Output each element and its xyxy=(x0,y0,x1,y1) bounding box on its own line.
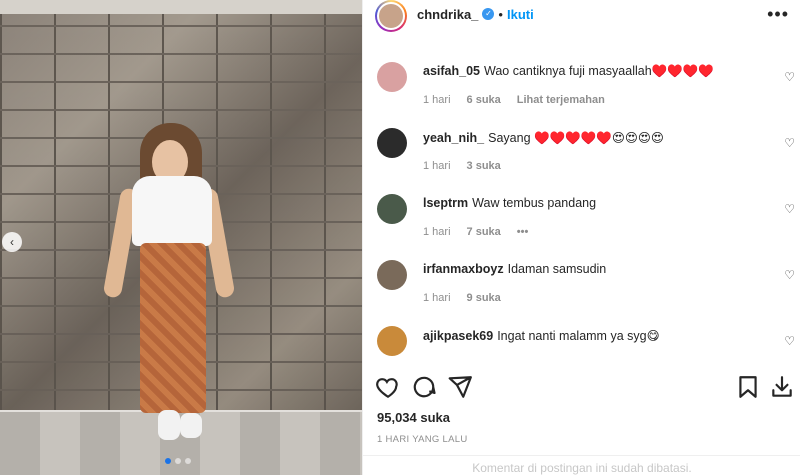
comment-meta: 1 hari 6 suka Lihat terjemahan xyxy=(423,94,605,106)
comment-likes[interactable]: 6 suka xyxy=(467,94,501,106)
more-icon[interactable]: ••• xyxy=(767,4,789,25)
comment-meta: 1 hari 9 suka xyxy=(423,292,501,304)
comment-likes[interactable]: 7 suka xyxy=(467,226,501,238)
post-sidebar: chndrika_ ✓ • Ikuti ••• asifah_05 Wao can… xyxy=(362,0,800,475)
comment-likes[interactable]: 9 suka xyxy=(467,292,501,304)
comment-text: Idaman samsudin xyxy=(507,262,607,276)
post-photo[interactable]: ‹ xyxy=(0,0,362,475)
heart-icon[interactable]: ♡ xyxy=(784,70,795,84)
comment-text: Wao cantiknya fuji masyaallah♥️♥️♥️♥️ xyxy=(483,64,714,78)
send-icon[interactable] xyxy=(447,374,473,400)
avatar[interactable] xyxy=(377,62,407,92)
list-item: asifah_05 Wao cantiknya fuji masyaallah♥️… xyxy=(363,48,800,114)
list-item: ajikpasek69 Ingat nanti malamm ya syg😋 ♡ xyxy=(363,312,800,378)
post-header: chndrika_ ✓ • Ikuti ••• xyxy=(363,0,800,40)
avatar[interactable] xyxy=(377,128,407,158)
comment-username[interactable]: lseptrm xyxy=(423,196,468,210)
like-count[interactable]: 95,034 suka xyxy=(377,410,450,425)
comment-username[interactable]: irfanmaxboyz xyxy=(423,262,504,276)
follow-button[interactable]: Ikuti xyxy=(507,7,534,22)
bookmark-icon[interactable] xyxy=(735,374,761,400)
subject-shirt xyxy=(132,176,212,246)
carousel-dots xyxy=(165,458,191,464)
comment-time: 1 hari xyxy=(423,94,451,106)
comment-time: 1 hari xyxy=(423,226,451,238)
list-item: irfanmaxboyz Idaman samsudin 1 hari 9 suk… xyxy=(363,246,800,312)
carousel-dot xyxy=(175,458,181,464)
comment-likes[interactable]: 3 suka xyxy=(467,160,501,172)
comment-text: Waw tembus pandang xyxy=(472,196,597,210)
carousel-dot-active xyxy=(165,458,171,464)
post-username[interactable]: chndrika_ xyxy=(417,7,478,22)
photo-top-strip xyxy=(0,0,362,14)
heart-icon[interactable]: ♡ xyxy=(784,202,795,216)
avatar[interactable] xyxy=(375,0,407,32)
avatar[interactable] xyxy=(377,194,407,224)
subject-pants xyxy=(140,243,206,413)
comment-options-icon[interactable]: ••• xyxy=(517,226,529,238)
list-item: lseptrm Waw tembus pandang 1 hari 7 suka … xyxy=(363,180,800,246)
comment-text: Ingat nanti malamm ya syg😋 xyxy=(497,329,660,343)
comment-meta: 1 hari 7 suka ••• xyxy=(423,226,528,238)
comment-username[interactable]: yeah_nih_ xyxy=(423,131,484,145)
comments-closed-notice: Komentar di postingan ini sudah dibatasi… xyxy=(363,455,800,475)
translate-link[interactable]: Lihat terjemahan xyxy=(517,94,605,106)
carousel-dot xyxy=(185,458,191,464)
comment-time: 1 hari xyxy=(423,160,451,172)
post-timestamp[interactable]: 1 HARI YANG LALU xyxy=(377,434,468,445)
subject-shoe-right xyxy=(180,413,202,438)
comment-time: 1 hari xyxy=(423,292,451,304)
heart-icon[interactable]: ♡ xyxy=(784,268,795,282)
download-icon[interactable] xyxy=(769,374,795,400)
verified-icon: ✓ xyxy=(482,8,495,20)
post-actions xyxy=(363,370,800,402)
header-separator: • xyxy=(498,6,503,22)
heart-icon[interactable] xyxy=(375,374,401,400)
subject-shoe-left xyxy=(158,410,180,440)
chevron-left-icon[interactable]: ‹ xyxy=(2,232,22,252)
comment-username[interactable]: ajikpasek69 xyxy=(423,329,493,343)
photo-subject xyxy=(102,118,236,448)
heart-icon[interactable]: ♡ xyxy=(784,136,795,150)
comment-username[interactable]: asifah_05 xyxy=(423,64,480,78)
list-item: yeah_nih_ Sayang ♥️♥️♥️♥️♥️😍😍😍😍 1 hari 3 … xyxy=(363,114,800,180)
comment-list: asifah_05 Wao cantiknya fuji masyaallah♥️… xyxy=(363,48,800,378)
comment-icon[interactable] xyxy=(411,374,437,400)
comment-meta: 1 hari 3 suka xyxy=(423,160,501,172)
avatar[interactable] xyxy=(377,326,407,356)
comment-text: Sayang ♥️♥️♥️♥️♥️😍😍😍😍 xyxy=(488,131,664,145)
heart-icon[interactable]: ♡ xyxy=(784,334,795,348)
avatar[interactable] xyxy=(377,260,407,290)
